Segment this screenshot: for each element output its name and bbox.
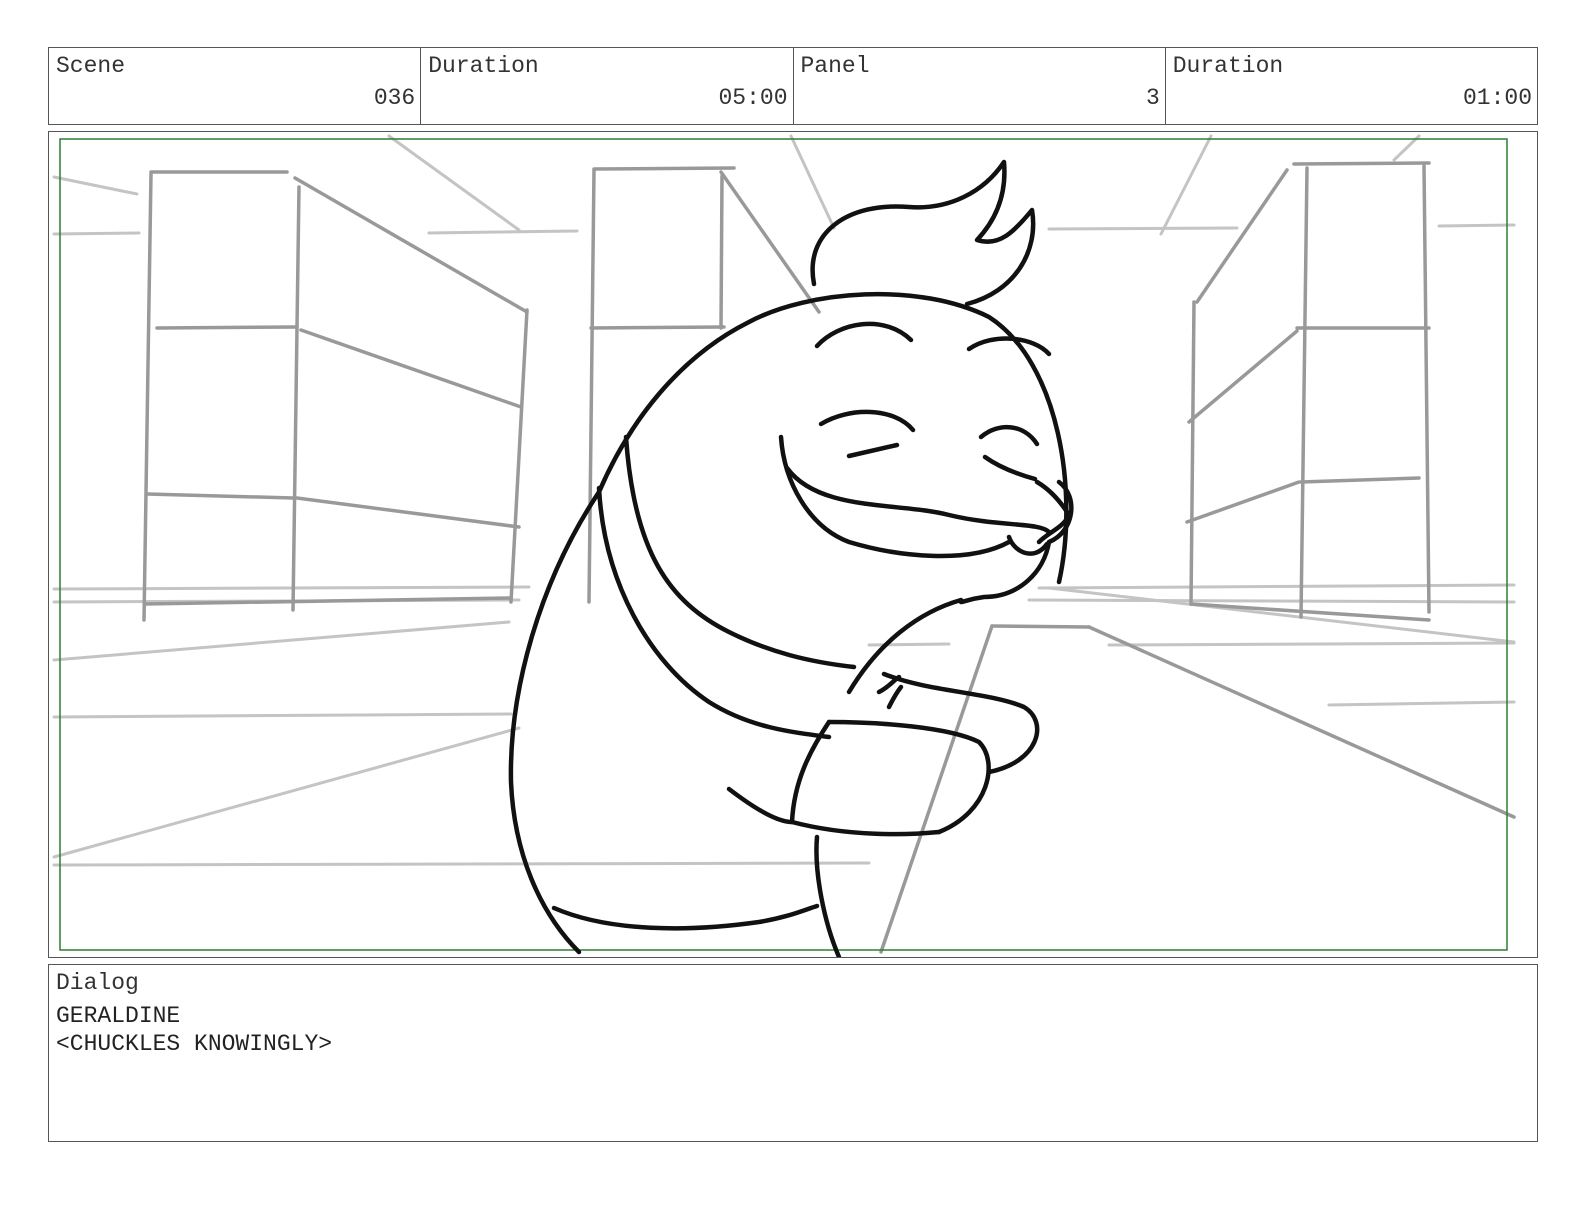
scene-duration-label: Duration — [428, 53, 539, 79]
panel-duration-cell: Duration 01:00 — [1166, 48, 1537, 124]
character-geraldine — [508, 159, 1074, 957]
scene-duration-value: 05:00 — [718, 85, 788, 111]
panel-duration-value: 01:00 — [1462, 85, 1532, 111]
dialog-label: Dialog — [56, 970, 139, 996]
scene-label: Scene — [56, 53, 126, 79]
dialog-speaker: GERALDINE — [56, 1003, 181, 1029]
panel-drawing — [52, 134, 1516, 957]
panel-label: Panel — [800, 53, 870, 79]
dialog-action: <CHUCKLES KNOWINGLY> — [56, 1031, 333, 1057]
storyboard-panel — [48, 131, 1538, 958]
scene-duration-cell: Duration 05:00 — [421, 48, 794, 124]
dialog-text: GERALDINE <CHUCKLES KNOWINGLY> — [56, 1002, 332, 1058]
background-perspective-lines — [52, 134, 1516, 867]
panel-duration-label: Duration — [1172, 53, 1284, 79]
panel-cell: Panel 3 — [794, 48, 1166, 124]
scene-number: 036 — [373, 85, 416, 111]
dialog-box: Dialog GERALDINE <CHUCKLES KNOWINGLY> — [48, 964, 1538, 1142]
panel-number: 3 — [1145, 85, 1160, 111]
scene-cell: Scene 036 — [49, 48, 422, 124]
panel-info-header: Scene 036 Duration 05:00 Panel 3 Duratio… — [48, 47, 1538, 125]
shelving-units — [142, 161, 1516, 954]
